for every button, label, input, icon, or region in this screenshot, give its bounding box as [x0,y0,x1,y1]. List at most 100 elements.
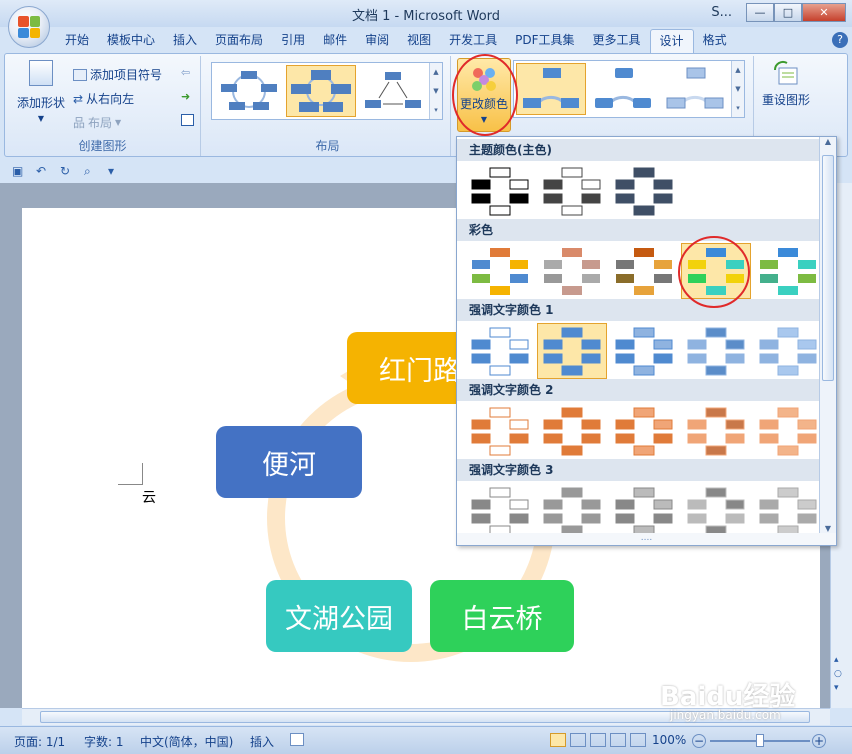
layout-option-block-cycle[interactable] [286,65,356,117]
layout-gallery-scroll[interactable]: ▲ ▼ ▾ [429,63,442,119]
macro-record-icon[interactable] [290,733,304,746]
status-language[interactable]: 中文(简体，中国) [140,733,233,750]
add-shape-button[interactable]: 添加形状 ▼ [17,60,65,123]
section-theme-colors: 主题颜色(主色) [457,139,819,161]
color-swatch[interactable] [681,483,751,539]
color-swatch[interactable] [465,403,535,459]
scroll-down-icon[interactable]: ▼ [820,524,836,533]
color-swatch[interactable] [537,323,607,379]
full-screen-view-icon[interactable] [570,733,586,747]
tab-0[interactable]: 开始 [56,29,98,53]
zoom-in-icon[interactable]: + [812,734,826,748]
zoom-slider-thumb[interactable] [756,734,764,747]
right-to-left-button[interactable]: ⇄ 从右向左 [73,90,134,107]
draft-view-icon[interactable] [630,733,646,747]
tab-8[interactable]: 开发工具 [440,29,506,53]
color-swatch[interactable] [609,403,679,459]
color-swatch[interactable] [609,163,679,219]
undo-icon[interactable]: ↶ [36,164,50,178]
section-accent-1: 强调文字颜色 1 [457,299,819,321]
dropdown-scroll-thumb[interactable] [822,155,834,381]
close-button[interactable]: ✕ [802,3,846,22]
layout-label: 布局 [88,116,113,130]
color-swatch[interactable] [753,483,823,539]
print-layout-view-icon[interactable] [550,733,566,747]
styles-gallery-scroll[interactable]: ▲ ▼ ▾ [731,61,744,117]
tab-2[interactable]: 插入 [164,29,206,53]
color-swatch[interactable] [465,323,535,379]
bullet-list-icon [73,68,87,81]
color-swatch[interactable] [537,483,607,539]
add-bullet-button[interactable]: 添加项目符号 [73,66,162,83]
annotation-circle-selected-swatch [678,236,750,308]
layout-button[interactable]: 品 布局 ▼ [73,114,121,131]
tab-12[interactable]: 格式 [694,29,736,53]
color-swatch[interactable] [753,243,823,299]
dropdown-scrollbar[interactable]: ▲ ▼ [819,137,836,533]
color-swatch[interactable] [537,403,607,459]
style-option-3[interactable] [660,63,730,115]
tab-6[interactable]: 审阅 [356,29,398,53]
color-swatch[interactable] [753,403,823,459]
tab-1[interactable]: 模板中心 [98,29,164,53]
color-swatch[interactable] [537,243,607,299]
style-option-2[interactable] [588,63,658,115]
color-swatch[interactable] [609,483,679,539]
annotation-circle-change-colors [452,54,518,136]
redo-icon[interactable]: ↻ [60,164,74,178]
text-pane-icon[interactable] [181,114,194,126]
node-baiyun-bridge[interactable]: 白云桥 [430,580,574,652]
layout-option-hierarchy[interactable] [358,65,428,117]
color-swatch[interactable] [465,483,535,539]
maximize-button[interactable]: □ [774,3,802,22]
web-layout-view-icon[interactable] [590,733,606,747]
office-button[interactable] [8,6,50,48]
outline-view-icon[interactable] [610,733,626,747]
zoom-out-icon[interactable]: − [692,734,706,748]
status-words[interactable]: 字数: 1 [84,733,124,750]
print-preview-icon[interactable]: ⌕ [84,164,98,178]
color-swatch[interactable] [681,403,751,459]
document-text: 云 [142,490,156,506]
layout-group-label: 布局 [315,139,340,153]
tab-7[interactable]: 视图 [398,29,440,53]
tab-10[interactable]: 更多工具 [584,29,650,53]
reset-graphic-icon [773,60,798,85]
color-swatch[interactable] [753,323,823,379]
tab-4[interactable]: 引用 [272,29,314,53]
color-swatch[interactable] [681,323,751,379]
color-swatch[interactable] [465,163,535,219]
zoom-level[interactable]: 100% [652,733,686,747]
org-chart-icon: 品 [73,116,86,130]
promote-arrow-icon[interactable]: ⇦ [181,66,190,79]
tab-11[interactable]: 设计 [649,29,694,53]
dropdown-resize-grip[interactable]: .... [457,533,836,545]
dropdown-arrow-icon: ▼ [37,114,45,123]
reset-graphic-button[interactable]: 重设图形 [762,60,810,108]
view-buttons [550,733,646,747]
status-insert-mode[interactable]: 插入 [250,733,274,750]
minimize-button[interactable]: — [746,3,774,22]
customize-qat-icon[interactable]: ▾ [108,164,122,178]
save-icon[interactable]: ▣ [12,164,26,178]
scroll-up-icon[interactable]: ▲ [820,137,836,146]
tab-9[interactable]: PDF工具集 [506,29,583,53]
tab-5[interactable]: 邮件 [314,29,356,53]
node-wenhu-park[interactable]: 文湖公园 [266,580,412,652]
demote-arrow-icon[interactable]: ➜ [181,90,190,103]
style-option-1[interactable] [516,63,586,115]
office-logo-icon [18,16,40,38]
tab-3[interactable]: 页面布局 [206,29,272,53]
help-icon[interactable]: ? [832,32,848,48]
node-bianhe[interactable]: 便河 [216,426,362,498]
add-shape-label: 添加形状 [17,96,66,110]
layout-option-cycle[interactable] [214,65,284,117]
color-swatch[interactable] [537,163,607,219]
browse-buttons[interactable]: ▴ ○ ▾ [834,653,842,695]
color-swatch[interactable] [465,243,535,299]
status-page[interactable]: 页面: 1/1 [14,733,65,750]
color-swatch[interactable] [609,323,679,379]
section-accent-3: 强调文字颜色 3 [457,459,819,481]
title-bar: 文档 1 - Microsoft Word S... — □ ✕ [0,0,852,27]
color-swatch[interactable] [609,243,679,299]
